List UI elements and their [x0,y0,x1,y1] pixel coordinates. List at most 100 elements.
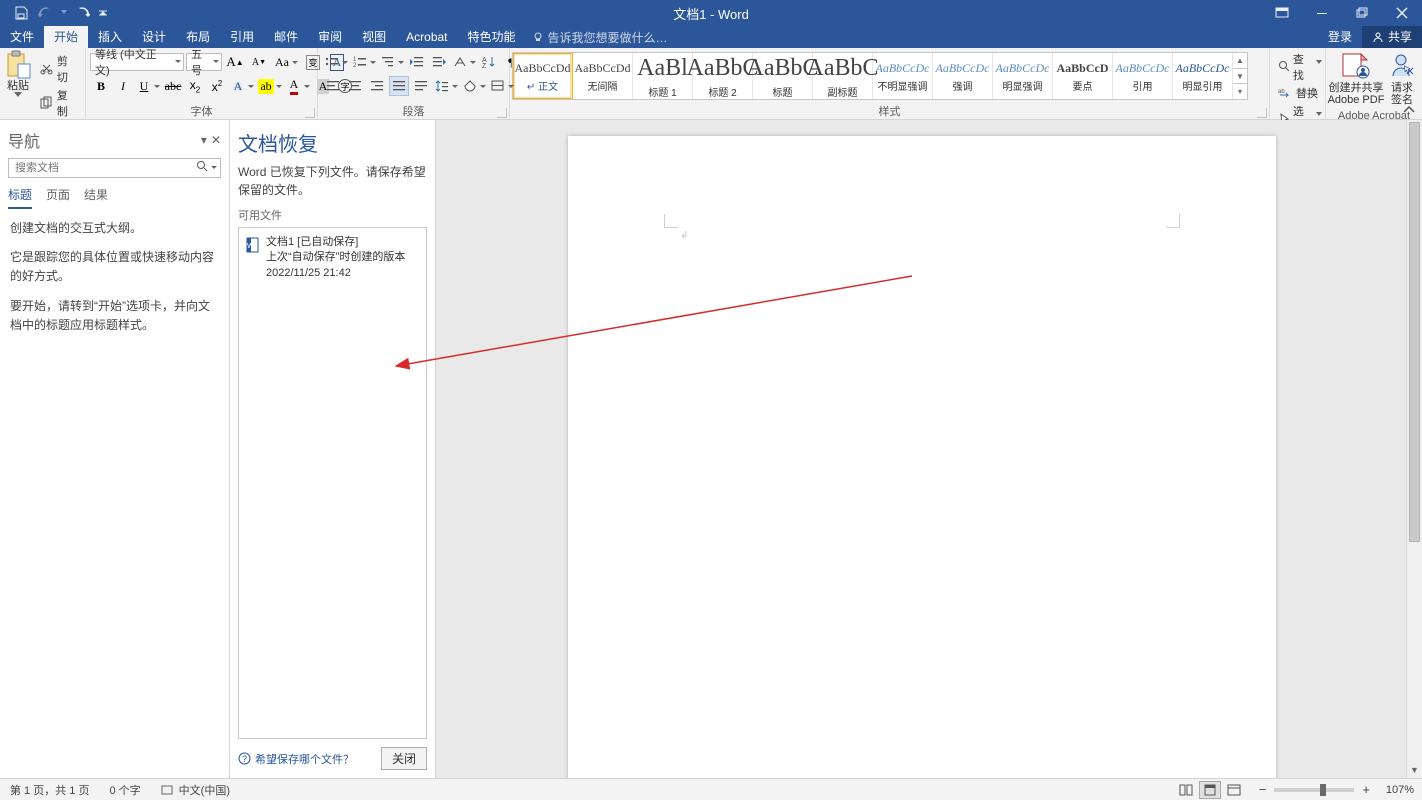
tab-design[interactable]: 设计 [132,26,176,48]
read-mode-button[interactable] [1175,781,1197,799]
recovery-close-button[interactable]: 关闭 [381,747,427,770]
collapse-ribbon-icon[interactable] [1400,103,1418,117]
superscript-button[interactable]: x2 [207,76,227,96]
undo-icon[interactable] [36,4,54,22]
zoom-control[interactable]: − + 107% [1255,782,1422,797]
restore-icon[interactable] [1342,0,1382,26]
highlight-button[interactable]: ab [257,76,283,96]
style-item-2[interactable]: AaBl标题 1 [633,53,693,99]
replace-button[interactable]: ab替换 [1274,84,1331,102]
page[interactable]: ↲ [568,136,1276,778]
tab-file[interactable]: 文件 [0,26,44,48]
nav-tab-headings[interactable]: 标题 [8,186,32,209]
borders-button[interactable] [489,76,515,96]
font-name-combo[interactable]: 等线 (中文正文) [90,53,184,71]
minimize-icon[interactable] [1302,0,1342,26]
style-item-1[interactable]: AaBbCcDd无间隔 [573,53,633,99]
scrollbar-thumb[interactable] [1409,122,1420,542]
styles-launcher-icon[interactable] [1257,108,1267,118]
search-input[interactable] [8,158,221,178]
login-button[interactable]: 登录 [1318,25,1362,49]
increase-indent-button[interactable] [429,52,449,72]
tab-home[interactable]: 开始 [44,26,88,48]
gallery-more-icon[interactable]: ▾ [1233,84,1247,99]
gallery-down-icon[interactable]: ▼ [1233,69,1247,85]
nav-close-icon[interactable]: ✕ [211,133,221,147]
scroll-down-icon[interactable]: ▼ [1407,762,1422,778]
style-item-3[interactable]: AaBbC标题 2 [693,53,753,99]
copy-button[interactable]: 复制 [36,86,81,120]
style-item-0[interactable]: AaBbCcDd↵ 正文 [513,53,573,99]
save-icon[interactable] [12,4,30,22]
font-color-button[interactable]: A [285,76,311,96]
zoom-slider-thumb[interactable] [1320,784,1326,796]
nav-tab-results[interactable]: 结果 [84,186,108,209]
styles-gallery[interactable]: AaBbCcDd↵ 正文AaBbCcDd无间隔AaBl标题 1AaBbC标题 2… [512,52,1248,100]
grow-font-button[interactable]: A▲ [225,52,245,72]
text-effects-button[interactable]: A [229,76,255,96]
style-item-5[interactable]: AaBbC副标题 [813,53,873,99]
gallery-up-icon[interactable]: ▲ [1233,53,1247,69]
align-left-button[interactable] [323,76,343,96]
paragraph-launcher-icon[interactable] [497,108,507,118]
cut-button[interactable]: 剪切 [36,52,81,86]
tab-view[interactable]: 视图 [352,26,396,48]
justify-button[interactable] [389,76,409,96]
italic-button[interactable]: I [113,76,133,96]
print-layout-button[interactable] [1199,781,1221,799]
line-spacing-button[interactable] [433,76,459,96]
ribbon-display-icon[interactable] [1262,0,1302,26]
gallery-arrows[interactable]: ▲▼▾ [1233,53,1247,99]
distribute-button[interactable] [411,76,431,96]
asian-layout-button[interactable] [451,52,477,72]
document-area[interactable]: ↲ ▲ ▼ [436,120,1422,778]
shrink-font-button[interactable]: A▼ [249,52,269,72]
web-layout-button[interactable] [1223,781,1245,799]
status-language[interactable]: 中文(中国) [151,782,240,798]
style-item-10[interactable]: AaBbCcDc引用 [1113,53,1173,99]
nav-dropdown-icon[interactable]: ▾ [201,133,207,147]
underline-button[interactable]: U [135,76,161,96]
shading-button[interactable] [461,76,487,96]
tab-references[interactable]: 引用 [220,26,264,48]
align-right-button[interactable] [367,76,387,96]
share-button[interactable]: 共享 [1362,25,1422,49]
status-word-count[interactable]: 0 个字 [99,782,150,798]
tab-acrobat[interactable]: Acrobat [396,26,457,48]
change-case-button[interactable]: Aa [273,52,299,72]
nav-tab-pages[interactable]: 页面 [46,186,70,209]
zoom-out-button[interactable]: − [1255,782,1271,797]
bullets-button[interactable] [323,52,349,72]
recovery-item[interactable]: W 文档1 [已自动保存] 上次“自动保存”时创建的版本 2022/11/25 … [243,232,422,284]
font-size-combo[interactable]: 五号 [186,53,222,71]
tab-insert[interactable]: 插入 [88,26,132,48]
zoom-percent[interactable]: 107% [1378,784,1414,796]
sort-button[interactable]: AZ [479,52,499,72]
style-item-4[interactable]: AaBbC标题 [753,53,813,99]
strikethrough-button[interactable]: abc [163,76,183,96]
undo-dropdown-icon[interactable] [60,4,68,22]
zoom-in-button[interactable]: + [1358,782,1374,797]
vertical-scrollbar[interactable]: ▲ ▼ [1406,120,1422,778]
create-share-pdf-button[interactable]: 创建并共享 Adobe PDF [1330,48,1382,108]
bold-button[interactable]: B [91,76,111,96]
tell-me-input[interactable]: 告诉我您想要做什么… [532,29,668,46]
numbering-button[interactable]: 12 [351,52,377,72]
recovery-help-link[interactable]: ? 希望保存哪个文件？ [238,751,354,767]
tab-review[interactable]: 审阅 [308,26,352,48]
subscript-button[interactable]: x2 [185,76,205,96]
tab-layout[interactable]: 布局 [176,26,220,48]
style-item-11[interactable]: AaBbCcDc明显引用 [1173,53,1233,99]
qat-customize-icon[interactable] [98,4,108,22]
tab-features[interactable]: 特色功能 [458,26,526,48]
zoom-slider[interactable] [1274,788,1354,792]
style-item-6[interactable]: AaBbCcDc不明显强调 [873,53,933,99]
tab-mailings[interactable]: 邮件 [264,26,308,48]
style-item-8[interactable]: AaBbCcDc明显强调 [993,53,1053,99]
paste-button[interactable]: 粘贴 [4,50,32,97]
redo-icon[interactable] [74,4,92,22]
font-launcher-icon[interactable] [305,108,315,118]
request-signature-button[interactable]: 请求 签名 [1382,48,1422,108]
find-button[interactable]: 查找 [1274,50,1331,84]
status-page[interactable]: 第 1 页，共 1 页 [0,782,99,798]
